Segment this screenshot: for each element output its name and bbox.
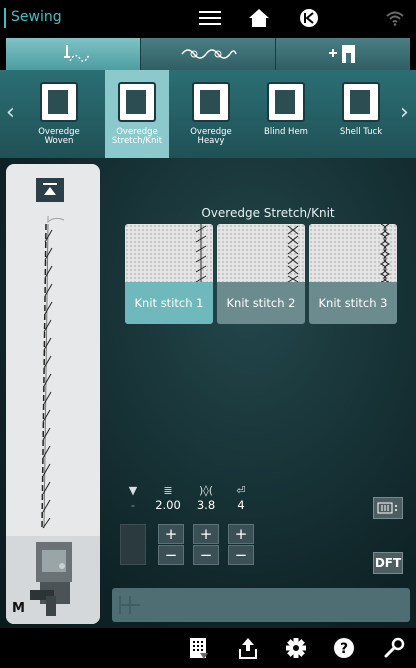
bottom-bar: ? (0, 628, 416, 668)
stitch-length-icon: ≣ (163, 484, 173, 497)
stitch-width-value: 3.8 (196, 498, 216, 512)
stitch-item-overedge-woven[interactable]: Overedge Woven (28, 70, 90, 158)
tab-embroidery[interactable] (141, 38, 276, 70)
stitch-item-blind-hem[interactable]: Blind Hem (255, 70, 317, 158)
menu-icon[interactable] (197, 6, 223, 30)
stitch-item-label: Blind Hem (264, 127, 308, 137)
stitch-thumbnail (267, 82, 305, 122)
presser-foot-pressure-value: 4 (237, 498, 245, 512)
stitch-pattern (309, 224, 397, 282)
wifi-icon (382, 6, 408, 30)
stitch-thumbnail (40, 82, 78, 122)
stitch-card-knit-1[interactable]: Knit stitch 1 (125, 224, 213, 324)
stitch-card-label: Knit stitch 2 (217, 282, 305, 324)
svg-text:?: ? (340, 641, 348, 657)
stitch-pattern (125, 224, 213, 282)
top-bar: Sewing (0, 0, 416, 36)
embroidery-mode-icon (181, 49, 237, 59)
stitch-menu: ‹ Overedge Woven Overedge Stretch/Knit Ove… (0, 70, 416, 158)
stitch-pattern (217, 224, 305, 282)
stitch-length-value: 2.00 (155, 498, 181, 512)
dft-button[interactable]: DFT (373, 552, 403, 574)
back-icon[interactable] (296, 6, 322, 30)
stitch-pattern-icon (379, 224, 391, 282)
tension-control: ▼ - (120, 484, 146, 514)
stitch-card-label: Knit stitch 1 (125, 282, 213, 324)
tapering-icon[interactable] (186, 636, 210, 660)
status-stitch-icon (119, 596, 140, 614)
stitch-item-overedge-stretch-knit[interactable]: Overedge Stretch/Knit (105, 70, 169, 158)
presser-foot-plus-button[interactable]: + (228, 524, 254, 544)
stitch-thumbnail (192, 82, 230, 122)
home-icon[interactable] (246, 6, 272, 30)
add-stitch-icon (329, 45, 355, 63)
upload-icon[interactable] (236, 636, 260, 660)
wrench-icon[interactable] (382, 636, 406, 660)
tab-sewing[interactable] (6, 38, 141, 70)
stitch-thumbnail (118, 82, 156, 122)
stitch-card-label: Knit stitch 3 (309, 282, 397, 324)
tension-icon: ▼ (128, 484, 138, 497)
presser-foot-minus-button[interactable]: − (228, 545, 254, 565)
stitch-positioning-button[interactable] (373, 497, 403, 519)
stitch-item-label: Overedge Heavy (190, 127, 232, 146)
stitch-pattern-icon (195, 224, 207, 282)
stitch-width-icon: )◊( (198, 484, 214, 497)
stitch-pattern-icon (287, 225, 299, 282)
settings-icon[interactable] (284, 636, 308, 660)
stitch-card-knit-3[interactable]: Knit stitch 3 (309, 224, 397, 324)
stitch-item-shell-tuck[interactable]: Shell Tuck (330, 70, 392, 158)
tab-add-stitch[interactable] (276, 38, 410, 70)
mode-tabs (6, 38, 410, 70)
tension-value: - (130, 498, 136, 512)
help-icon[interactable]: ? (332, 636, 356, 660)
sewing-mode-icon (64, 45, 90, 62)
stitch-width-control: )◊( 3.8 (193, 484, 219, 514)
stitch-length-minus-button[interactable]: − (158, 545, 184, 565)
presser-foot-pressure-icon: ⏎ (236, 484, 246, 497)
stitch-item-label: Shell Tuck (339, 127, 383, 137)
stitch-item-label: Overedge Woven (38, 127, 80, 146)
stitch-item-overedge-heavy[interactable]: Overedge Heavy (180, 70, 242, 158)
stitch-simulation (41, 216, 65, 529)
stitch-card-knit-2[interactable]: Knit stitch 2 (217, 224, 305, 324)
status-bar (112, 588, 410, 622)
presser-foot-label: M (12, 601, 25, 616)
stitch-thumbnail (342, 82, 380, 122)
stitch-width-plus-button[interactable]: + (193, 524, 219, 544)
stitch-width-minus-button[interactable]: − (193, 545, 219, 565)
category-heading: Overedge Stretch/Knit (201, 206, 335, 220)
stitch-item-label: Overedge Stretch/Knit (111, 127, 163, 146)
stitch-length-plus-button[interactable]: + (158, 524, 184, 544)
chevron-left-icon[interactable]: ‹ (6, 100, 15, 125)
chevron-right-icon[interactable]: › (400, 100, 409, 125)
main-area: M Overedge Stretch/Knit Knit stitch 1 Kn… (0, 158, 416, 628)
presser-foot-pressure-control: ⏎ 4 (228, 484, 254, 514)
stitch-length-control: ≣ 2.00 (155, 484, 181, 514)
stitch-preview: M (6, 164, 100, 624)
stitch-positioning-icon (377, 502, 397, 514)
tension-adjust-disabled (120, 524, 146, 565)
app-title: Sewing (11, 9, 62, 25)
title-accent (4, 8, 6, 28)
